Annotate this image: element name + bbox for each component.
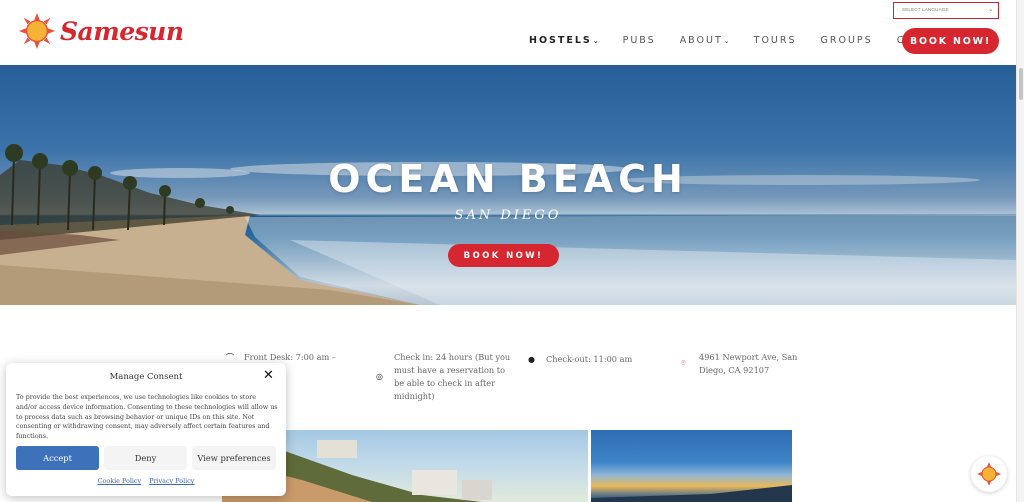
brand-name: Samesun xyxy=(60,16,184,46)
scrollbar-thumb[interactable] xyxy=(1019,68,1023,100)
nav-item-label: TOURS xyxy=(753,35,797,46)
site-logo[interactable]: Samesun xyxy=(18,12,184,50)
consent-links: Cookie Policy Privacy Policy xyxy=(6,477,286,485)
page-scrollbar[interactable] xyxy=(1016,0,1024,502)
nav-item-label: HOSTELS xyxy=(529,35,592,46)
info-text: Check in: 24 hours (But you must have a … xyxy=(394,352,511,401)
hero-book-now-button[interactable]: BOOK NOW! xyxy=(448,244,559,267)
gallery-photo-sunset[interactable] xyxy=(591,430,792,502)
nav-item-hostels[interactable]: HOSTELS⌄ xyxy=(529,35,599,46)
nav-item-label: GROUPS xyxy=(820,35,873,46)
nav-item-about[interactable]: ABOUT⌄ xyxy=(680,35,730,46)
language-select-value: SELECT LANGUAGE xyxy=(902,7,949,12)
header-book-now-button[interactable]: BOOK NOW! xyxy=(902,28,999,54)
chevron-down-icon: ⌄ xyxy=(592,37,599,45)
sun-logo-icon xyxy=(18,12,56,50)
chevron-down-icon: ⌄ xyxy=(723,37,730,45)
consent-body: To provide the best experiences, we use … xyxy=(16,393,278,441)
site-header: Samesun SELECT LANGUAGE ⌄ HOSTELS⌄ PUBS … xyxy=(0,0,1016,65)
accept-button[interactable]: Accept xyxy=(16,446,99,470)
info-check-out: ● Check-out: 11:00 am xyxy=(528,353,668,366)
nav-item-pubs[interactable]: PUBS xyxy=(623,35,656,46)
nav-item-groups[interactable]: GROUPS xyxy=(821,35,873,46)
consent-dialog: Manage Consent ✕ To provide the best exp… xyxy=(6,363,286,496)
view-preferences-button[interactable]: View preferences xyxy=(192,446,276,470)
consent-title: Manage Consent xyxy=(109,372,183,382)
deny-button[interactable]: Deny xyxy=(104,446,187,470)
privacy-policy-link[interactable]: Privacy Policy xyxy=(149,477,194,485)
language-select[interactable]: SELECT LANGUAGE ⌄ xyxy=(893,2,999,19)
nav-item-label: ABOUT xyxy=(679,35,723,46)
info-address: ⌾ 4961 Newport Ave, San Diego, CA 92107 xyxy=(681,351,801,377)
cookie-policy-link[interactable]: Cookie Policy xyxy=(98,477,141,485)
info-check-in: ◎ Check in: 24 hours (But you must have … xyxy=(376,351,516,403)
nav-item-label: PUBS xyxy=(622,35,656,46)
nav-item-tours[interactable]: TOURS xyxy=(754,35,797,46)
consent-settings-badge[interactable] xyxy=(971,456,1007,492)
hero-banner: OCEAN BEACH SAN DIEGO BOOK NOW! xyxy=(0,65,1016,305)
hero-title: OCEAN BEACH xyxy=(328,157,688,201)
hero-subtitle: SAN DIEGO xyxy=(454,208,562,223)
close-icon[interactable]: ✕ xyxy=(263,368,274,383)
sunset-photo-art xyxy=(591,485,792,502)
chevron-down-icon: ⌄ xyxy=(987,6,994,13)
info-text: Check-out: 11:00 am xyxy=(546,354,633,364)
clock-solid-icon: ● xyxy=(528,355,535,364)
map-pin-icon: ⌾ xyxy=(681,358,686,367)
sun-logo-icon xyxy=(977,462,1001,486)
info-text: 4961 Newport Ave, San Diego, CA 92107 xyxy=(699,352,798,375)
clock-outline-icon: ◎ xyxy=(376,372,383,381)
